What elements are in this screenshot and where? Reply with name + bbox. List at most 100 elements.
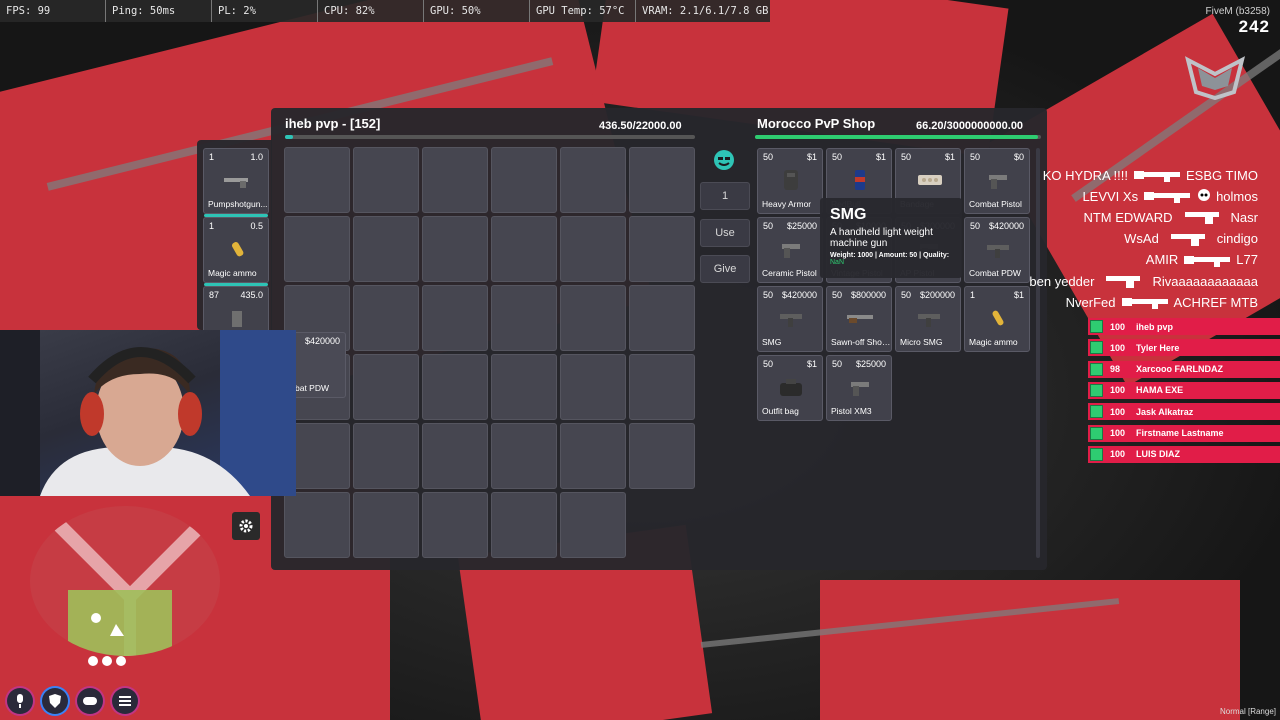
shop-item[interactable]: 1 $1 Magic ammo	[964, 286, 1030, 352]
inventory-slot[interactable]	[353, 423, 419, 489]
item-price: $1	[806, 152, 817, 162]
shop-item[interactable]: 50 $420000 Combat PDW	[964, 217, 1030, 283]
item-price: $1	[944, 152, 955, 162]
shop-weight-fill	[755, 135, 1039, 139]
minimap-markers	[88, 656, 126, 666]
vram-readout: VRAM: 2.1/6.1/7.8 GB	[642, 5, 769, 17]
inventory-slot[interactable]	[560, 216, 626, 282]
item-name: Combat Pistol	[969, 199, 1022, 209]
shop-item[interactable]: 50 $0 Combat Pistol	[964, 148, 1030, 214]
ammo-icon	[232, 242, 244, 257]
hotbar-slot-2[interactable]: 1 0.5 Magic ammo	[203, 217, 269, 286]
inventory-slot[interactable]	[491, 216, 557, 282]
inventory-slot[interactable]	[560, 147, 626, 213]
inventory-slot[interactable]	[560, 285, 626, 351]
rifle-icon	[1184, 255, 1231, 267]
item-count: 50	[901, 290, 912, 300]
inventory-slot[interactable]	[560, 492, 626, 558]
player-name: Firstname Lastname	[1136, 428, 1224, 438]
shop-item[interactable]: 50 $200000 Micro SMG	[895, 286, 961, 352]
can-icon	[855, 170, 865, 190]
shop-item[interactable]: 50 $25000 Pistol XM3	[826, 355, 892, 421]
inventory-slot[interactable]	[353, 285, 419, 351]
map-icon	[45, 511, 205, 656]
inventory-slot[interactable]	[629, 147, 695, 213]
item-count: 50	[763, 290, 774, 300]
packet-loss-readout: PL: 2%	[212, 0, 318, 22]
inventory-slot[interactable]	[284, 147, 350, 213]
tooltip-meta: Weight: 1000 | Amount: 50 | Quality:	[830, 252, 950, 259]
inventory-slot[interactable]	[491, 423, 557, 489]
settings-button[interactable]	[232, 512, 260, 540]
item-name: Heavy Armor	[762, 199, 812, 209]
inventory-slot[interactable]	[491, 354, 557, 420]
item-name: Combat PDW	[969, 268, 1021, 278]
marker-icon	[102, 656, 112, 666]
player-name: Tyler Here	[1136, 342, 1180, 353]
gamepad-button[interactable]	[77, 688, 103, 714]
inventory-slot[interactable]	[560, 354, 626, 420]
shop-item[interactable]: 50 $1 Heavy Armor	[757, 148, 823, 214]
inventory-slot[interactable]	[422, 147, 488, 213]
item-price: $25000	[786, 221, 817, 231]
pistol-icon	[1184, 212, 1219, 225]
marker-icon	[116, 656, 126, 666]
inventory-slot[interactable]	[422, 216, 488, 282]
inventory-slot[interactable]	[353, 147, 419, 213]
inventory-slot[interactable]	[422, 423, 488, 489]
inventory-slot[interactable]	[422, 285, 488, 351]
inventory-slot[interactable]	[422, 492, 488, 558]
killer-name: NverFed	[1065, 294, 1116, 310]
player-name: Jask Alkatraz	[1136, 406, 1194, 417]
inventory-slot[interactable]	[284, 216, 350, 282]
inventory-slot[interactable]	[629, 354, 695, 420]
inventory-slot[interactable]	[353, 216, 419, 282]
health-icon	[1090, 405, 1103, 419]
health-value: 100	[1110, 342, 1126, 353]
inventory-slot[interactable]	[629, 216, 695, 282]
inventory-slot[interactable]	[491, 492, 557, 558]
killer-name: LEVVI Xs	[1082, 188, 1139, 204]
inventory-slot[interactable]	[629, 423, 695, 489]
victim-name: Rivaaaaaaaaaaaa	[1152, 273, 1258, 289]
tooltip-quality: NaN	[830, 259, 845, 266]
inventory-slot[interactable]	[629, 285, 695, 351]
inventory-slot[interactable]	[353, 492, 419, 558]
inventory-slot[interactable]	[284, 492, 350, 558]
menu-button[interactable]	[112, 688, 138, 714]
amount-input[interactable]: 1	[700, 182, 750, 210]
shop-item[interactable]: 50 $1 Outfit bag	[757, 355, 823, 421]
health-icon	[1090, 362, 1103, 376]
shop-item[interactable]: 50 $420000 SMG	[757, 286, 823, 352]
inventory-slot[interactable]	[491, 285, 557, 351]
menu-icon	[119, 696, 131, 706]
shop-item[interactable]: 50 $25000 Ceramic Pistol	[757, 217, 823, 283]
slot-price: $420000	[304, 336, 340, 346]
smiley-icon[interactable]	[713, 149, 735, 171]
inventory-slot[interactable]	[353, 354, 419, 420]
inventory-slot[interactable]	[491, 147, 557, 213]
slot-weight: 0.5	[250, 221, 263, 231]
streamer-webcam-icon	[0, 330, 296, 496]
killfeed-entry: WsAd cindigo	[1124, 229, 1258, 249]
player-health-row: 100 Firstname Lastname	[1088, 424, 1280, 442]
armor-button[interactable]	[42, 688, 68, 714]
use-button[interactable]: Use	[700, 219, 750, 247]
item-price: $800000	[850, 290, 886, 300]
shop-title: Morocco PvP Shop	[757, 116, 876, 131]
pistol-icon	[782, 244, 800, 258]
server-info: FiveM (b3258) 242	[1206, 6, 1270, 37]
victim-name: holmos	[1216, 188, 1258, 204]
give-button[interactable]: Give	[700, 255, 750, 283]
smg-icon	[918, 314, 940, 327]
hotbar-slot-1[interactable]: 1 1.0 Pumpshotgun...	[203, 148, 269, 217]
item-price: $25000	[855, 359, 886, 369]
slot-name: Magic ammo	[208, 268, 257, 278]
inventory-slot[interactable]	[422, 354, 488, 420]
tooltip-description: A handheld light weight machine gun	[830, 227, 933, 249]
shop-scrollbar[interactable]	[1036, 148, 1040, 558]
microphone-button[interactable]	[7, 688, 33, 714]
inventory-slot[interactable]	[560, 423, 626, 489]
player-name: iheb pvp	[1136, 321, 1174, 332]
shop-item[interactable]: 50 $800000 Sawn-off Shot...	[826, 286, 892, 352]
